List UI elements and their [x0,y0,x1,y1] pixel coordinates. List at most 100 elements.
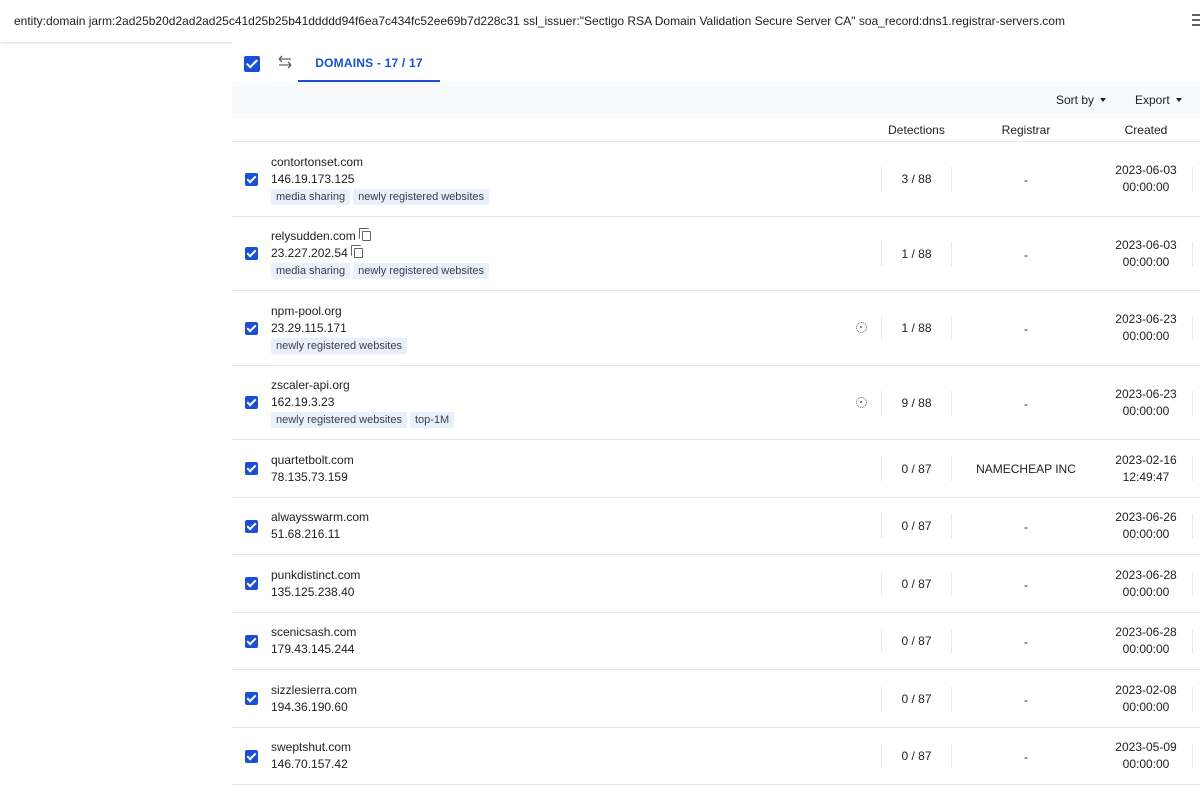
detections-cell[interactable]: 0 / 87 [881,456,952,481]
domain-name[interactable]: punkdistinct.com [271,568,360,582]
tab-domains-label: DOMAINS - 17 / 17 [315,56,423,70]
table-row[interactable]: scenicsash.com 179.43.145.244 0 / 87 - 2023-… [232,613,1200,670]
column-divider [1192,514,1193,539]
row-checkbox[interactable] [245,321,258,335]
row-checkbox[interactable] [245,692,258,706]
column-divider [1192,629,1193,654]
detections-cell[interactable]: 0 / 87 [881,629,952,654]
detections-cell[interactable]: 1 / 88 [881,241,952,266]
row-checkbox[interactable] [245,577,258,591]
detections-cell[interactable]: 0 / 87 [881,514,952,539]
copy-icon[interactable] [358,228,371,242]
domain-info: sizzlesierra.com 194.36.190.60 [271,682,357,716]
ip-address[interactable]: 23.227.202.54 [271,246,348,260]
tag[interactable]: newly registered websites [271,337,407,354]
registrar-cell: - [1024,322,1028,337]
tag-list: newly registered websites [271,337,410,354]
created-date: 2023-06-03 [1115,237,1177,252]
ip-address[interactable]: 146.70.157.42 [271,757,348,771]
row-checkbox[interactable] [245,247,258,261]
detections-cell[interactable]: 9 / 88 [881,390,952,415]
column-divider [1192,456,1193,481]
table-row[interactable]: relysudden.com 23.227.202.54 media sharing… [232,217,1200,291]
domain-info: alwaysswarm.com 51.68.216.11 [271,509,369,543]
ip-address[interactable]: 23.29.115.171 [271,321,347,335]
tag[interactable]: newly registered websites [271,412,407,429]
domain-name[interactable]: zscaler-api.org [271,378,350,392]
ip-address[interactable]: 146.19.173.125 [271,172,354,186]
domain-info: quartetbolt.com 78.135.73.159 [271,452,354,486]
table-row[interactable]: punkdistinct.com 135.125.238.40 0 / 87 - 202… [232,555,1200,613]
tag[interactable]: newly registered websites [353,188,490,205]
tag[interactable]: media sharing [271,188,351,205]
row-checkbox[interactable] [245,172,258,186]
registrar-cell: NAMECHEAP INC [976,461,1076,476]
domain-name[interactable]: npm-pool.org [271,304,342,318]
table-row[interactable]: contortonset.com 146.19.173.125 media shar… [232,142,1200,217]
created-time: 00:00:00 [1122,403,1170,418]
threat-actor-icon[interactable] [856,322,867,334]
domain-name[interactable]: contortonset.com [271,155,363,169]
tab-bar: DOMAINS - 17 / 17 [232,42,1200,82]
created-date: 2023-05-09 [1115,740,1177,755]
tab-domains[interactable]: DOMAINS - 17 / 17 [298,42,440,82]
created-cell: 2023-06-28 00:00:00 [1100,567,1192,601]
search-query[interactable]: entity:domain jarm:2ad25b20d2ad2ad25c41d… [14,14,1065,28]
table-row[interactable]: npm-pool.org 23.29.115.171 newly registere… [232,291,1200,366]
sort-by-button[interactable]: Sort by [1056,93,1107,107]
col-created[interactable]: Created [1100,123,1192,137]
detections-cell[interactable]: 1 / 88 [881,316,952,341]
detections-cell[interactable]: 3 / 88 [881,167,952,192]
ip-address[interactable]: 194.36.190.60 [271,700,348,714]
created-time: 00:00:00 [1122,757,1170,772]
search-bar[interactable]: entity:domain jarm:2ad25b20d2ad2ad25c41d… [0,0,1200,42]
ip-address[interactable]: 179.43.145.244 [271,642,354,656]
table-row[interactable]: zscaler-api.org 162.19.3.23 newly register… [232,366,1200,440]
domain-name[interactable]: alwaysswarm.com [271,510,369,524]
domain-name[interactable]: scenicsash.com [271,625,356,639]
created-cell: 2023-06-03 00:00:00 [1100,237,1192,271]
registrar-cell: - [1024,635,1028,650]
threat-actor-icon[interactable] [856,396,867,408]
tag[interactable]: media sharing [271,263,351,280]
table-row[interactable]: sweptshut.com 146.70.157.42 0 / 87 - 2023-05… [232,728,1200,785]
created-cell: 2023-06-03 00:00:00 [1100,162,1192,196]
col-registrar[interactable]: Registrar [952,123,1100,137]
domain-name[interactable]: quartetbolt.com [271,453,354,467]
table-row[interactable]: alwaysswarm.com 51.68.216.11 0 / 87 - 2023-0… [232,498,1200,555]
ip-address[interactable]: 135.125.238.40 [271,585,354,599]
column-divider [1192,744,1193,769]
domain-info: relysudden.com 23.227.202.54 media sharing… [271,228,492,280]
ip-address[interactable]: 162.19.3.23 [271,395,334,409]
detections-cell[interactable]: 0 / 87 [881,744,952,769]
created-date: 2023-06-03 [1115,163,1177,178]
col-detections[interactable]: Detections [881,123,952,137]
row-checkbox[interactable] [245,462,258,476]
tag-list: media sharing newly registered websites [271,188,492,205]
ip-address[interactable]: 78.135.73.159 [271,470,348,484]
copy-icon[interactable] [350,245,363,259]
domain-name[interactable]: sizzlesierra.com [271,683,357,697]
table-row[interactable]: quartetbolt.com 78.135.73.159 0 / 87 NAMECH… [232,440,1200,498]
domain-name[interactable]: sweptshut.com [271,740,351,754]
registrar-cell: - [1024,173,1028,188]
detections-cell[interactable]: 0 / 87 [881,571,952,596]
tag[interactable]: newly registered websites [353,263,490,280]
created-date: 2023-06-23 [1115,312,1177,327]
registrar-cell: - [1024,692,1028,707]
row-checkbox[interactable] [245,396,258,410]
tag[interactable]: top-1M [409,412,455,429]
column-divider [1192,167,1193,192]
ip-address[interactable]: 51.68.216.11 [271,527,340,541]
export-button[interactable]: Export [1135,93,1182,107]
select-all-checkbox[interactable] [244,56,260,72]
row-checkbox[interactable] [245,634,258,648]
table-row[interactable]: sizzlesierra.com 194.36.190.60 0 / 87 - 2023… [232,670,1200,728]
domain-name[interactable]: relysudden.com [271,229,356,243]
swap-icon[interactable] [276,53,294,71]
row-checkbox[interactable] [245,519,258,533]
menu-icon[interactable] [1192,14,1200,28]
row-checkbox[interactable] [245,749,258,763]
created-date: 2023-06-26 [1115,510,1177,525]
detections-cell[interactable]: 0 / 87 [881,686,952,711]
